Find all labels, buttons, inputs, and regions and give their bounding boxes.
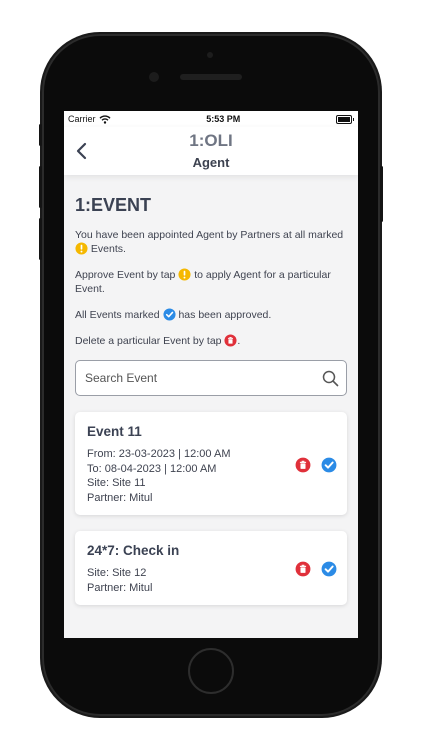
info-text: has been approved. [178,309,272,321]
check-badge-icon[interactable] [321,457,337,473]
volume-down-button [39,218,42,260]
sensor-dot [207,52,213,58]
search-input[interactable] [83,370,317,386]
info-text: All Events marked [75,309,160,321]
warning-icon [75,242,88,255]
app-title: 1:OLI [189,131,233,150]
check-badge-icon[interactable] [321,561,337,577]
event-title: 24*7: Check in [87,543,180,558]
section-title: 1:EVENT [75,195,152,215]
nav-bar: 1:OLI Agent [64,127,358,175]
event-actions [295,457,337,473]
app-screen: Carrier 5:53 PM 1:OLI Agent 1:EVENT You … [64,111,358,638]
event-actions [295,561,337,577]
search-field[interactable] [75,360,347,396]
event-partner: Partner: Mitul [87,581,153,594]
warning-icon [178,268,191,281]
carrier-label: Carrier [68,114,96,124]
info-line-marked: You have been appointed Agent by Partner… [75,228,347,256]
info-text: Events. [90,243,126,255]
delete-icon[interactable] [295,561,311,577]
delete-icon [224,334,237,347]
info-text: Delete a particular Event by tap [75,335,222,347]
event-site: Site: Site 11 [87,477,146,489]
search-icon[interactable] [322,370,339,387]
info-line-approved: All Events marked has been approved. [75,308,347,322]
mute-switch [39,124,42,146]
front-camera [149,72,159,82]
info-line-approve: Approve Event by tap to apply Agent for … [75,268,347,296]
event-card[interactable]: Event 11 From: 23-03-2023 | 12:00 AM To:… [75,412,347,515]
power-button [380,166,383,222]
battery-icon [336,114,354,124]
check-badge-icon [163,308,176,321]
event-title: Event 11 [87,424,142,439]
status-time: 5:53 PM [206,114,241,124]
main-content: 1:EVENT You have been appointed Agent by… [64,195,358,605]
event-card[interactable]: 24*7: Check in Site: Site 12 Partner: Mi… [75,531,347,605]
info-text: . [237,335,241,347]
home-button[interactable] [188,648,234,694]
wifi-icon [99,114,111,124]
info-text: You have been appointed Agent by Partner… [75,229,344,241]
earpiece-speaker [180,74,242,80]
info-text: Approve Event by tap [75,269,176,281]
status-bar: Carrier 5:53 PM [64,111,358,127]
info-line-delete: Delete a particular Event by tap . [75,334,347,348]
event-partner: Partner: Mitul [87,491,153,504]
page-subtitle: Agent [192,155,230,170]
delete-icon[interactable] [295,457,311,473]
volume-up-button [39,166,42,208]
